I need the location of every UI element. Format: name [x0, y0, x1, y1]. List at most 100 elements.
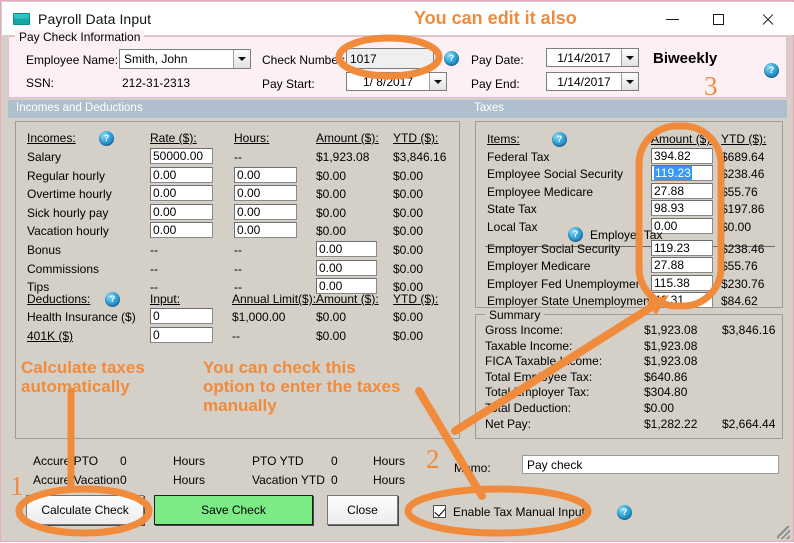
employee-name-value: Smith, John: [124, 52, 188, 66]
income-ytd-value: $3,846.16: [393, 150, 447, 164]
income-hours-input[interactable]: 0.00: [234, 185, 297, 202]
deduction-row-label: Health Insurance ($): [27, 310, 136, 324]
pay-date-label: Pay Date:: [471, 53, 524, 67]
income-amount-input[interactable]: 0.00: [316, 241, 377, 257]
tax-amount-input[interactable]: 98.93: [651, 200, 713, 217]
taxes-help-icon[interactable]: ?: [552, 132, 567, 147]
incomes-help-icon[interactable]: ?: [99, 131, 114, 146]
summary-row-label: Taxable Income:: [485, 338, 573, 353]
employer-tax-ytd-value: $55.76: [721, 259, 758, 274]
check-number-help-icon[interactable]: ?: [444, 51, 459, 66]
income-ytd-value: $0.00: [393, 224, 424, 239]
tax-row-label: Federal Tax: [487, 150, 550, 164]
deductions-help-icon[interactable]: ?: [105, 292, 120, 307]
frequency-help-icon[interactable]: ?: [764, 63, 779, 78]
income-ytd-value: $0.00: [393, 187, 424, 202]
tax-amount-input[interactable]: 394.82: [651, 148, 713, 164]
income-rate-input[interactable]: 50000.00: [150, 148, 213, 164]
income-ytd-value: $0.00: [393, 168, 424, 183]
selected-text: 119.23: [654, 166, 692, 181]
close-window-button[interactable]: [744, 3, 790, 35]
pay-end-picker[interactable]: 1/14/2017: [546, 72, 639, 91]
memo-input[interactable]: Pay check: [522, 455, 779, 474]
employee-name-combo[interactable]: Smith, John: [119, 49, 251, 69]
income-row-label: Regular hourly: [27, 168, 106, 183]
deductions-header: Deductions:: [27, 292, 91, 306]
summary-row-label: FICA Taxable Income:: [485, 354, 603, 369]
employer-tax-row-label: Employer Medicare: [487, 259, 591, 274]
income-rate-input[interactable]: 0.00: [150, 222, 213, 239]
tax-row-label: State Tax: [487, 202, 537, 217]
income-rate-input[interactable]: 0.00: [150, 166, 213, 183]
tax-amount-input[interactable]: 119.23: [651, 165, 713, 182]
employer-tax-amount-input[interactable]: 42.31: [651, 292, 713, 309]
check-number-input[interactable]: 1017: [346, 48, 434, 69]
tax-row-label: Employee Social Security: [487, 167, 624, 182]
income-amount-value: $0.00: [316, 224, 347, 239]
enable-tax-manual-input-checkbox[interactable]: [433, 505, 446, 518]
window-app-icon: [13, 13, 30, 25]
payroll-data-input-window: Payroll Data Input Pay Check Information…: [0, 0, 794, 542]
deduction-limit-value: $1,000.00: [232, 310, 286, 324]
accrual-value: 0: [120, 454, 127, 468]
ssn-label: SSN:: [26, 76, 55, 90]
tax-amount-input[interactable]: 27.88: [651, 182, 713, 199]
employer-tax-row-label: Employer Social Security: [487, 242, 621, 256]
employer-tax-amount-input[interactable]: 27.88: [651, 257, 713, 274]
summary-row-ytd: $3,846.16: [722, 323, 776, 337]
save-check-button[interactable]: Save Check: [154, 495, 313, 525]
income-rate-input[interactable]: 0.00: [150, 203, 213, 220]
tax-ytd-value: $0.00: [721, 219, 752, 234]
resize-grip[interactable]: [777, 526, 790, 539]
chevron-down-icon[interactable]: [429, 73, 446, 90]
employer-tax-help-icon[interactable]: ?: [568, 227, 583, 242]
pay-date-picker[interactable]: 1/14/2017: [546, 48, 639, 67]
chevron-down-icon[interactable]: [233, 50, 250, 68]
chevron-down-icon[interactable]: [621, 49, 638, 66]
pay-end-label: Pay End:: [471, 77, 520, 91]
deduction-row-label: 401K ($): [27, 329, 74, 343]
income-amount-value: $0.00: [316, 168, 347, 183]
taxes-items-header: Items:: [487, 132, 520, 146]
incomes-header: Incomes:: [27, 131, 76, 145]
income-amount-input[interactable]: 0.00: [316, 259, 377, 276]
income-row-label: Bonus: [27, 243, 62, 257]
deduction-ytd-value: $0.00: [393, 329, 424, 343]
maximize-button[interactable]: [695, 3, 741, 35]
summary-row-label: Net Pay:: [485, 416, 532, 431]
close-button[interactable]: Close: [327, 495, 398, 525]
summary-row-amount: $1,282.22: [644, 416, 698, 431]
pay-frequency-label: Biweekly: [653, 50, 718, 67]
income-amount-value: $1,923.08: [316, 150, 370, 164]
minimize-button[interactable]: [649, 3, 695, 35]
summary-row-label: Gross Income:: [485, 323, 564, 337]
manual-input-help-icon[interactable]: ?: [617, 505, 632, 520]
employer-tax-amount-input[interactable]: 115.38: [651, 274, 713, 291]
deduction-amount-value: $0.00: [316, 329, 347, 343]
chevron-down-icon[interactable]: [621, 73, 638, 90]
accrual-ytd-unit: Hours: [373, 454, 406, 468]
summary-row-label: Total Deduction:: [485, 401, 572, 415]
deduction-input[interactable]: 0: [150, 308, 213, 324]
memo-label: Memo:: [454, 461, 491, 475]
income-row-label: Overtime hourly: [27, 187, 112, 202]
incomes-column-header-hours: Hours:: [234, 131, 270, 145]
calculate-check-button[interactable]: Calculate Check: [26, 495, 144, 525]
taxes-band: Taxes: [466, 100, 787, 118]
pay-start-picker[interactable]: 1/ 8/2017: [346, 72, 447, 91]
income-hours-input[interactable]: 0.00: [234, 166, 297, 183]
income-hours-input[interactable]: 0.00: [234, 203, 297, 220]
deductions-column-header-limit: Annual Limit($):: [232, 292, 317, 306]
income-hours-input[interactable]: 0.00: [234, 222, 297, 239]
employer-tax-amount-input[interactable]: 119.23: [651, 240, 713, 256]
income-ytd-value: $0.00: [393, 205, 424, 220]
accrual-ytd-value: 0: [331, 473, 338, 487]
tax-ytd-value: $238.46: [721, 167, 765, 182]
employer-tax-ytd-value: $84.62: [721, 294, 758, 309]
deduction-amount-value: $0.00: [316, 310, 347, 324]
income-rate-input[interactable]: 0.00: [150, 185, 213, 202]
summary-row-ytd: $2,664.44: [722, 416, 776, 431]
deduction-input[interactable]: 0: [150, 327, 213, 343]
maximize-icon: [712, 13, 724, 25]
accrual-unit: Hours: [173, 454, 206, 468]
